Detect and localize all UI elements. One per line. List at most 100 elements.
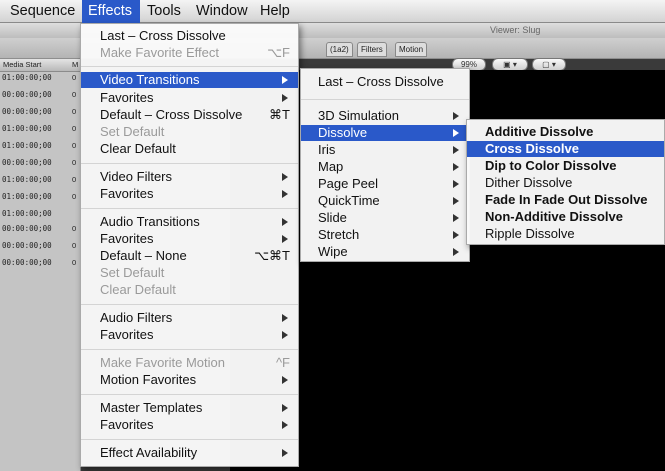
dissolve-submenu: Additive Dissolve Cross Dissolve Dip to Co… [466, 119, 665, 245]
transitions-item-slide[interactable]: Slide [301, 210, 469, 226]
view-options-icon: ▣ ▾ [503, 60, 517, 69]
dissolve-item-ripple-dissolve[interactable]: Ripple Dissolve [467, 226, 664, 242]
menu-item-label: Motion Favorites [100, 372, 197, 387]
effects-item-clear-default[interactable]: Clear Default [81, 282, 298, 298]
dissolve-item-fade-in-fade-out-dissolve[interactable]: Fade In Fade Out Dissolve [467, 192, 664, 208]
menu-sequence[interactable]: Sequence [0, 0, 83, 23]
browser-cell: 0 [72, 107, 77, 116]
media-start-timecode: 00:00:00;00 [2, 107, 52, 116]
effects-item-favorites[interactable]: Favorites [81, 417, 298, 433]
menu-item-label: Dither Dissolve [485, 175, 573, 190]
browser-row[interactable]: 00:00:00;00 0 [0, 256, 80, 271]
effects-item-video-filters[interactable]: Video Filters [81, 169, 298, 185]
browser-row[interactable]: 00:00:00;00 0 [0, 156, 80, 171]
menu-item-label: Favorites [100, 90, 154, 105]
effects-item-favorites[interactable]: Favorites [81, 90, 298, 106]
browser-cell: 0 [72, 192, 77, 201]
menu-item-label: Set Default [100, 124, 165, 139]
effects-item-audio-transitions[interactable]: Audio Transitions [81, 214, 298, 230]
menu-item-label: Favorites [100, 186, 154, 201]
column-m[interactable]: M [72, 59, 78, 71]
dissolve-item-cross-dissolve[interactable]: Cross Dissolve [467, 141, 664, 157]
transitions-item-quicktime[interactable]: QuickTime [301, 193, 469, 209]
menu-item-label: Audio Filters [100, 310, 173, 325]
menu-item-label: Iris [318, 142, 336, 157]
effects-item-effect-availability[interactable]: Effect Availability [81, 445, 298, 461]
submenu-arrow-icon [282, 376, 288, 384]
effects-item-clear-default[interactable]: Clear Default [81, 141, 298, 157]
submenu-arrow-icon [282, 218, 288, 226]
browser-row[interactable]: 00:00:00;00 0 [0, 88, 80, 103]
submenu-arrow-icon [453, 146, 459, 154]
menu-item-label: Stretch [318, 227, 360, 242]
menu-help[interactable]: Help [260, 0, 300, 23]
browser-cell: 0 [72, 73, 77, 82]
media-start-timecode: 01:00:00;00 [2, 192, 52, 201]
browser-row[interactable]: 01:00:00;00 0 [0, 190, 80, 205]
browser-row[interactable]: 01:00:00;00 0 [0, 122, 80, 137]
transitions-item-map[interactable]: Map [301, 159, 469, 175]
video-transitions-submenu: Last – Cross Dissolve 3D Simulation Dissol… [300, 68, 470, 262]
effects-item-master-templates[interactable]: Master Templates [81, 400, 298, 416]
effects-item-make-favorite-effect[interactable]: Make Favorite Effect ⌥F [81, 45, 298, 61]
browser-cell: 0 [72, 124, 77, 133]
effects-item-make-favorite-motion[interactable]: Make Favorite Motion ^F [81, 355, 298, 371]
effects-item-motion-favorites[interactable]: Motion Favorites [81, 372, 298, 388]
submenu-arrow-icon [453, 214, 459, 222]
transitions-item-last-cross-dissolve[interactable]: Last – Cross Dissolve [301, 74, 469, 90]
shortcut-label: ⌥⌘T [254, 248, 290, 263]
media-start-timecode: 00:00:00;00 [2, 90, 52, 99]
menu-separator [301, 99, 469, 100]
menu-item-label: Dissolve [318, 125, 368, 140]
menu-separator [81, 439, 298, 440]
menu-item-label: Fade In Fade Out Dissolve [485, 192, 648, 207]
transitions-item-iris[interactable]: Iris [301, 142, 469, 158]
transitions-item-page-peel[interactable]: Page Peel [301, 176, 469, 192]
browser-row[interactable]: 00:00:00;00 0 [0, 239, 80, 254]
browser-cell: 0 [72, 258, 77, 267]
transitions-item-dissolve[interactable]: Dissolve [301, 125, 469, 141]
effects-item-default-cross-dissolve[interactable]: Default – Cross Dissolve ⌘T [81, 107, 298, 123]
browser-row[interactable]: 01:00:00;00 0 [0, 139, 80, 154]
dissolve-item-dip-to-color-dissolve[interactable]: Dip to Color Dissolve [467, 158, 664, 174]
browser-row[interactable]: 01:00:00;00 0 [0, 71, 80, 86]
effects-item-audio-filters[interactable]: Audio Filters [81, 310, 298, 326]
submenu-arrow-icon [282, 404, 288, 412]
column-media-start[interactable]: Media Start [3, 59, 41, 71]
dissolve-item-non-additive-dissolve[interactable]: Non-Additive Dissolve [467, 209, 664, 225]
effects-item-video-transitions[interactable]: Video Transitions [81, 72, 298, 88]
effects-item-default-none[interactable]: Default – None ⌥⌘T [81, 248, 298, 264]
menu-item-label: Default – None [100, 248, 187, 263]
browser-row[interactable]: 00:00:00;00 0 [0, 222, 80, 237]
effects-item-favorites[interactable]: Favorites [81, 186, 298, 202]
media-start-timecode: 00:00:00;00 [2, 224, 52, 233]
menu-item-label: Favorites [100, 231, 154, 246]
transitions-item-3d-simulation[interactable]: 3D Simulation [301, 108, 469, 124]
tab-filters[interactable]: Filters [357, 42, 387, 57]
menu-item-label: 3D Simulation [318, 108, 399, 123]
browser-cell: 0 [72, 141, 77, 150]
dissolve-item-dither-dissolve[interactable]: Dither Dissolve [467, 175, 664, 191]
tab-source[interactable]: (1a2) [326, 42, 353, 57]
submenu-arrow-icon [453, 163, 459, 171]
browser-row[interactable]: 01:00:00;00 [0, 207, 80, 222]
effects-item-last-cross-dissolve[interactable]: Last – Cross Dissolve [81, 28, 298, 44]
effects-item-set-default[interactable]: Set Default [81, 124, 298, 140]
tab-motion[interactable]: Motion [395, 42, 428, 57]
effects-item-favorites[interactable]: Favorites [81, 231, 298, 247]
browser-panel: Media Start M 01:00:00;00 0 00:00:00;00 0 00… [0, 59, 81, 471]
effects-item-set-default[interactable]: Set Default [81, 265, 298, 281]
menu-item-label: Effect Availability [100, 445, 198, 460]
menu-tools[interactable]: Tools [147, 0, 197, 23]
overlay-icon: ▢ ▾ [542, 60, 556, 69]
transitions-item-wipe[interactable]: Wipe [301, 244, 469, 260]
menu-effects[interactable]: Effects [82, 0, 140, 23]
dissolve-item-additive-dissolve[interactable]: Additive Dissolve [467, 124, 664, 140]
media-start-timecode: 01:00:00;00 [2, 73, 52, 82]
menu-item-label: Make Favorite Motion [100, 355, 225, 370]
browser-row[interactable]: 00:00:00;00 0 [0, 105, 80, 120]
menu-window[interactable]: Window [196, 0, 256, 23]
effects-item-favorites[interactable]: Favorites [81, 327, 298, 343]
transitions-item-stretch[interactable]: Stretch [301, 227, 469, 243]
browser-row[interactable]: 01:00:00;00 0 [0, 173, 80, 188]
